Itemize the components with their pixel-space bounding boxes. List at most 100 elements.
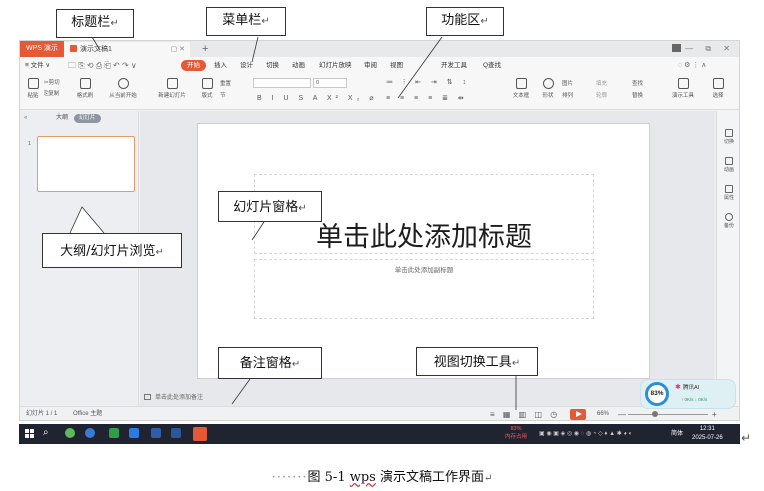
menu-item-view[interactable]: 视图: [390, 57, 403, 74]
copy-button[interactable]: ⎘复制: [44, 89, 68, 100]
callout-text: 大纲/幻灯片浏览: [60, 244, 156, 259]
ai-network-stats: ↑ 0K/s ↓ 0K/s: [681, 397, 708, 402]
picture-button[interactable]: 图片: [562, 78, 592, 90]
textbox-icon: [515, 78, 527, 89]
sidebar-item-animation[interactable]: 动画: [717, 157, 739, 173]
format-painter-icon: [79, 78, 91, 89]
textbox-button[interactable]: 文本框: [510, 78, 532, 99]
slide-pane[interactable]: 单击此处添加标题 单击此处添加副标题: [197, 123, 650, 379]
caption-wps: wps: [349, 470, 376, 485]
callout-outline-browse: 大纲/幻灯片浏览↵: [42, 233, 182, 268]
callout-text: 菜单栏: [222, 13, 262, 28]
collapse-pane-icon[interactable]: «: [24, 111, 27, 125]
picture-arrange-group: 图片 排列: [562, 78, 592, 102]
menubar-right-icons[interactable]: ◌ ⚙ ⋮ ∧: [678, 57, 706, 74]
font-format-buttons[interactable]: B I U S A X² X₂ ⌀: [257, 94, 377, 102]
notes-pane[interactable]: 单击此处添加备注: [140, 391, 715, 406]
taskbar-app-icon[interactable]: [85, 428, 95, 438]
window-controls-icons[interactable]: — ⧉ ✕: [685, 44, 735, 53]
presentation-tools-button[interactable]: 演示工具: [668, 78, 698, 99]
account-badge-icon[interactable]: [672, 44, 682, 52]
taskbar-app-icon[interactable]: [151, 428, 161, 438]
menu-item-transition[interactable]: 切换: [266, 57, 279, 74]
fill-button[interactable]: 填充: [596, 78, 622, 90]
figure-caption: ·······图 5-1 wps 演示文稿工作界面↵: [0, 466, 764, 485]
document-tab[interactable]: 演示文稿1 ▢ ✕: [64, 42, 190, 57]
taskbar-word-icon[interactable]: [171, 428, 181, 438]
presentation-tools-label: 演示工具: [671, 93, 694, 99]
outline-button[interactable]: 轮廓: [596, 90, 622, 102]
notes-icon: [144, 394, 151, 400]
menu-item-review[interactable]: 审阅: [364, 57, 377, 74]
tab-outline[interactable]: 大纲: [56, 111, 68, 125]
taskbar-app-icon[interactable]: [65, 428, 75, 438]
sidebar-item-transition[interactable]: 切换: [717, 129, 739, 145]
callout-text: 标题栏: [71, 15, 111, 30]
callout-text: 备注窗格: [239, 356, 292, 371]
document-tab-label: 演示文稿1: [80, 46, 112, 53]
menu-item-insert[interactable]: 插入: [214, 57, 227, 74]
zoom-in-button[interactable]: +: [712, 407, 717, 420]
window-controls[interactable]: — ⧉ ✕: [672, 41, 735, 57]
reset-button[interactable]: 重置: [220, 78, 244, 90]
theme-name[interactable]: Office 主题: [73, 407, 102, 420]
zoom-out-button[interactable]: —: [618, 407, 626, 420]
format-painter-button[interactable]: 格式刷: [74, 78, 96, 99]
tab-slides[interactable]: 幻灯片: [74, 114, 101, 123]
paragraph-mark-icon: ↵: [155, 247, 164, 258]
taskbar-wps-presentation-icon[interactable]: [193, 427, 207, 441]
section-button[interactable]: 节: [220, 90, 244, 102]
slide-reset-group: 重置 节: [220, 78, 244, 102]
font-name-dropdown[interactable]: [253, 78, 311, 88]
tab-close-icon[interactable]: ▢ ✕: [171, 42, 185, 57]
subtitle-placeholder[interactable]: 单击此处添加副标题: [254, 259, 594, 319]
menu-item-design[interactable]: 设计: [240, 57, 253, 74]
taskbar-app-icon[interactable]: [109, 428, 119, 438]
ai-assistant-widget[interactable]: 83% ✱ 腾讯AI ↑ 0K/s ↓ 0K/s: [640, 379, 736, 409]
sidebar-item-properties[interactable]: 属性: [717, 185, 739, 201]
cut-button[interactable]: ✂剪切: [44, 78, 68, 89]
font-size-dropdown[interactable]: 0: [313, 78, 347, 88]
select-label: 选择: [712, 93, 724, 99]
slide-thumbnail-number: 1: [28, 141, 32, 147]
input-language[interactable]: 简体: [671, 424, 683, 444]
menu-item-start[interactable]: 开始: [181, 60, 206, 71]
paragraph-mark-icon: ↵: [484, 473, 493, 484]
paragraph-align-buttons[interactable]: ≡ ≡ ≡ ≡ ≣ ⇹: [386, 94, 468, 102]
taskbar-app-icon[interactable]: [129, 428, 139, 438]
new-slide-label: 新建幻灯片: [158, 93, 186, 99]
callout-text: 视图切换工具: [433, 355, 512, 370]
title-bar: WPS 演示 演示文稿1 ▢ ✕ + — ⧉ ✕: [20, 41, 739, 57]
quick-access-toolbar[interactable]: 🗀 ⎘ ⟲ ⎙ ⎗ ↶ ↷ ∨: [68, 57, 137, 74]
textbox-label: 文本框: [512, 93, 530, 99]
play-from-current-button[interactable]: 从当前开始: [104, 78, 142, 99]
system-tray-icons[interactable]: ▣ ◉ ▣ ◈ ◎ ◉ ◌ ◍ ◔ ◇ ♦ ▲ ✱ ◕ ◐: [539, 424, 632, 444]
windows-start-icon[interactable]: [25, 429, 34, 438]
menu-item-search[interactable]: Q查找: [483, 57, 501, 74]
file-menu[interactable]: ≡ 文件 ∨: [25, 57, 50, 74]
zoom-slider[interactable]: [628, 414, 708, 415]
menu-item-slideshow[interactable]: 幻灯片放映: [319, 57, 352, 74]
slide-thumbnail[interactable]: [37, 136, 135, 192]
find-button[interactable]: 查找: [632, 78, 658, 90]
paste-button[interactable]: 粘贴: [24, 78, 42, 99]
subtitle-placeholder-text: 单击此处添加副标题: [394, 267, 454, 274]
view-switch-tools[interactable]: ≡ ▦ ▥ ◫ ◷: [490, 407, 560, 420]
taskbar-clock[interactable]: 12:31 2025-07-26: [692, 425, 723, 443]
new-slide-button[interactable]: 新建幻灯片: [152, 78, 192, 99]
list-buttons[interactable]: ≔ ⁝ ⇤ ⇥ ⇅ ↕: [386, 78, 470, 86]
menu-item-animation[interactable]: 动画: [292, 57, 305, 74]
arrange-button[interactable]: 排列: [562, 90, 592, 102]
zoom-level[interactable]: 66%: [597, 407, 609, 420]
layout-button[interactable]: 版式: [196, 78, 218, 99]
menu-item-developer[interactable]: 开发工具: [441, 57, 467, 74]
select-button[interactable]: 选择: [708, 78, 728, 99]
replace-button[interactable]: 替换: [632, 90, 658, 102]
shape-button[interactable]: 形状: [538, 78, 558, 99]
add-tab-button[interactable]: +: [202, 41, 208, 57]
play-slideshow-button[interactable]: [570, 409, 586, 420]
sidebar-item-backup[interactable]: 备份: [717, 213, 739, 229]
search-icon[interactable]: ⌕: [43, 427, 49, 438]
app-tab[interactable]: WPS 演示: [20, 41, 64, 57]
zoom-slider-handle[interactable]: [652, 411, 658, 417]
